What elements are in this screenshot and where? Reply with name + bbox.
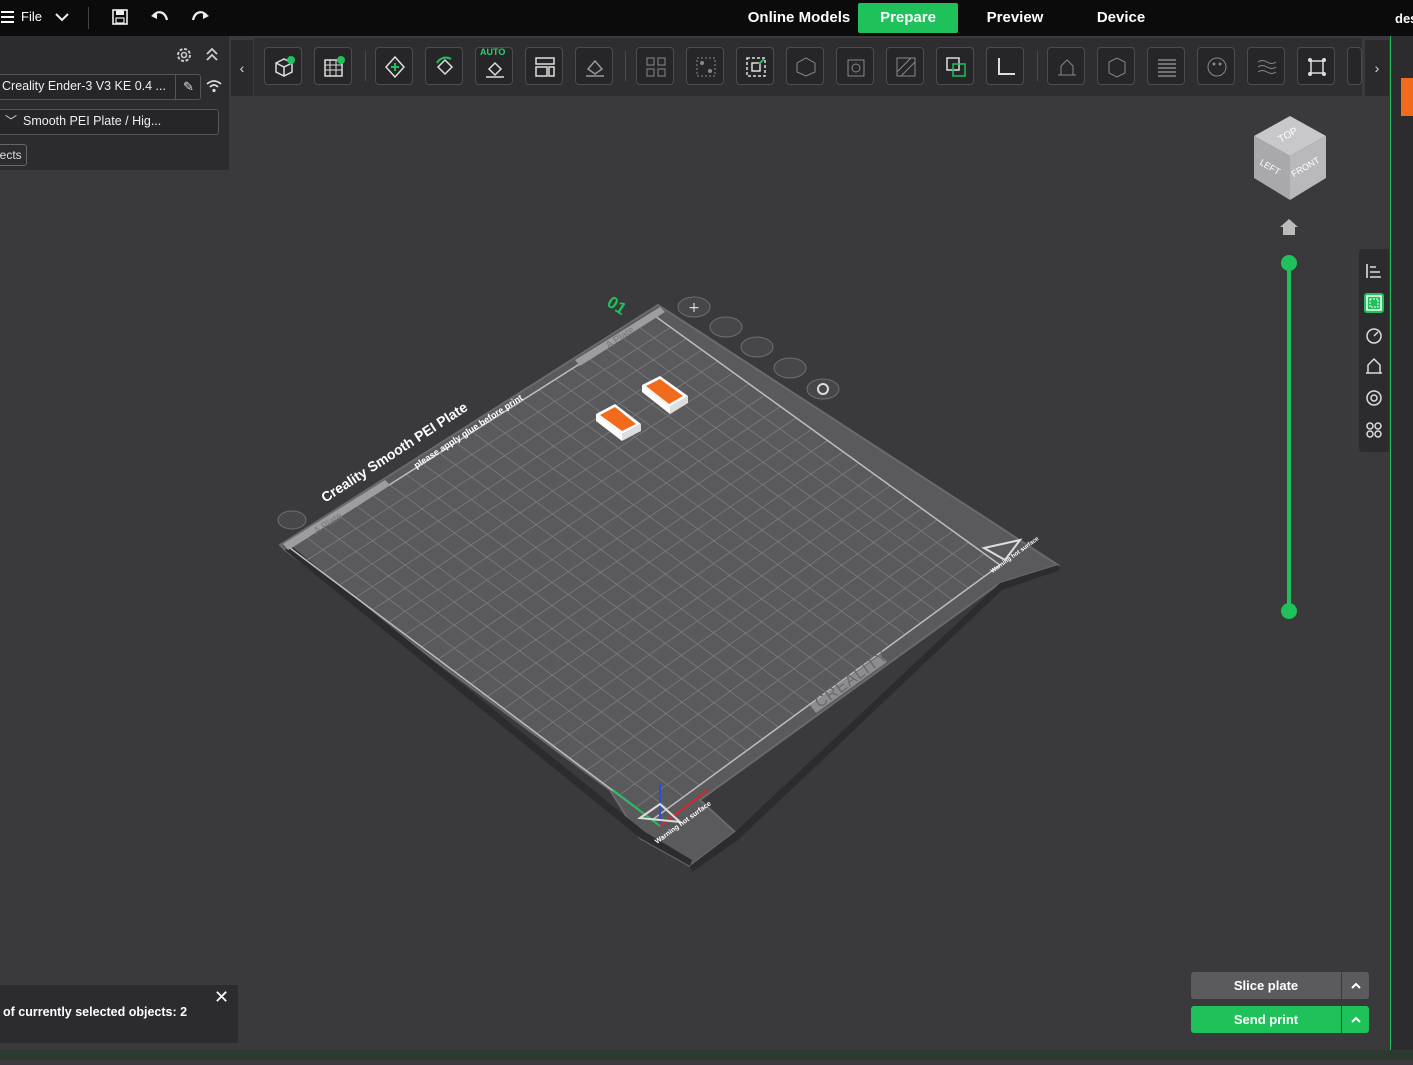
hollow-button[interactable]	[836, 47, 874, 85]
command-icon[interactable]	[1364, 420, 1384, 440]
send-options-chevron-up-icon[interactable]	[1342, 1006, 1369, 1033]
3d-viewport[interactable]: + 01 Creality Smooth PEI Plate please ap…	[0, 96, 1390, 1060]
target-icon[interactable]	[1364, 388, 1384, 408]
tab-device[interactable]: Device	[1085, 3, 1157, 33]
split-to-objects-button[interactable]	[636, 47, 674, 85]
send-print-button[interactable]: Send print	[1191, 1006, 1341, 1033]
layer-button[interactable]	[1147, 47, 1185, 85]
plate-type-name: Smooth PEI Plate / Hig...	[23, 114, 162, 128]
divider	[88, 7, 89, 29]
layer-slider-top-handle[interactable]	[1281, 255, 1297, 271]
chevron-down-icon[interactable]	[52, 8, 72, 28]
selection-notification: of currently selected objects: 2 ✕	[0, 985, 238, 1043]
home-icon[interactable]	[1279, 218, 1299, 236]
seam-paint-button[interactable]	[1097, 47, 1135, 85]
tab-online-models[interactable]: Online Models	[742, 3, 856, 33]
orient-button[interactable]	[375, 47, 413, 85]
speed-icon[interactable]	[1364, 325, 1384, 345]
user-name[interactable]: des	[1395, 11, 1413, 26]
build-plate-render: +	[277, 296, 1061, 872]
collapse-icon[interactable]	[203, 46, 221, 64]
right-panel	[1390, 36, 1413, 1060]
main-toolbar: AUTO	[254, 38, 1362, 96]
tab-objects[interactable]: jects	[0, 144, 27, 166]
fit-view-icon[interactable]	[1364, 293, 1384, 313]
file-menu[interactable]: File	[0, 9, 42, 24]
layer-slider-track[interactable]	[1287, 262, 1291, 612]
support-paint-button[interactable]	[1047, 47, 1085, 85]
auto-orient-button[interactable]: AUTO	[475, 47, 513, 85]
assembly-button[interactable]	[1297, 47, 1335, 85]
lay-on-face-button[interactable]	[575, 47, 613, 85]
box-button[interactable]	[786, 47, 824, 85]
menu-icon	[1, 15, 14, 18]
file-menu-label: File	[21, 9, 42, 24]
text-button[interactable]	[1347, 47, 1362, 85]
printer-selector[interactable]: Creality Ender-3 V3 KE 0.4 ... ✎	[0, 74, 201, 100]
os-taskbar	[0, 1050, 1413, 1060]
add-plate-button[interactable]	[314, 47, 352, 85]
add-object-button[interactable]	[264, 47, 302, 85]
side-tool-column	[1359, 249, 1389, 452]
color-paint-button[interactable]	[1197, 47, 1235, 85]
collapse-right-icon[interactable]: ›	[1365, 40, 1389, 96]
edit-icon[interactable]: ✎	[175, 75, 201, 99]
arrange-button[interactable]	[525, 47, 563, 85]
settings-icon[interactable]	[175, 46, 193, 64]
tab-preview[interactable]: Preview	[975, 3, 1055, 33]
layer-slider-bottom-handle[interactable]	[1281, 603, 1297, 619]
wifi-icon[interactable]	[205, 78, 223, 96]
plate-type-selector[interactable]: ﹀ Smooth PEI Plate / Hig...	[0, 109, 219, 135]
left-panel: Creality Ender-3 V3 KE 0.4 ... ✎ ﹀ Smoot…	[0, 36, 229, 170]
tab-prepare[interactable]: Prepare	[858, 3, 958, 33]
filament-color-swatch[interactable]	[1401, 78, 1413, 116]
scale-button[interactable]	[736, 47, 774, 85]
boolean-button[interactable]	[936, 47, 974, 85]
slice-plate-button[interactable]: Slice plate	[1191, 972, 1341, 999]
cut-button[interactable]	[886, 47, 924, 85]
notification-text: of currently selected objects: 2	[3, 1005, 188, 1019]
close-icon[interactable]: ✕	[214, 987, 229, 1008]
redo-icon[interactable]	[190, 8, 210, 28]
rotate-button[interactable]	[425, 47, 463, 85]
printer-name: Creality Ender-3 V3 KE 0.4 ...	[2, 79, 166, 93]
measure-button[interactable]	[986, 47, 1024, 85]
top-menu-bar: File Online Models Prepare Preview Devic…	[0, 0, 1413, 36]
collapse-left-icon[interactable]: ‹	[231, 40, 253, 96]
svg-text:+: +	[688, 300, 700, 316]
undo-icon[interactable]	[150, 8, 170, 28]
chevron-down-icon: ﹀	[5, 114, 18, 128]
fuzzy-skin-button[interactable]	[1247, 47, 1285, 85]
slice-options-chevron-up-icon[interactable]	[1342, 972, 1369, 999]
save-icon[interactable]	[110, 8, 130, 28]
align-icon[interactable]	[1364, 261, 1384, 281]
support-icon[interactable]	[1364, 356, 1384, 376]
split-to-parts-button[interactable]	[686, 47, 724, 85]
